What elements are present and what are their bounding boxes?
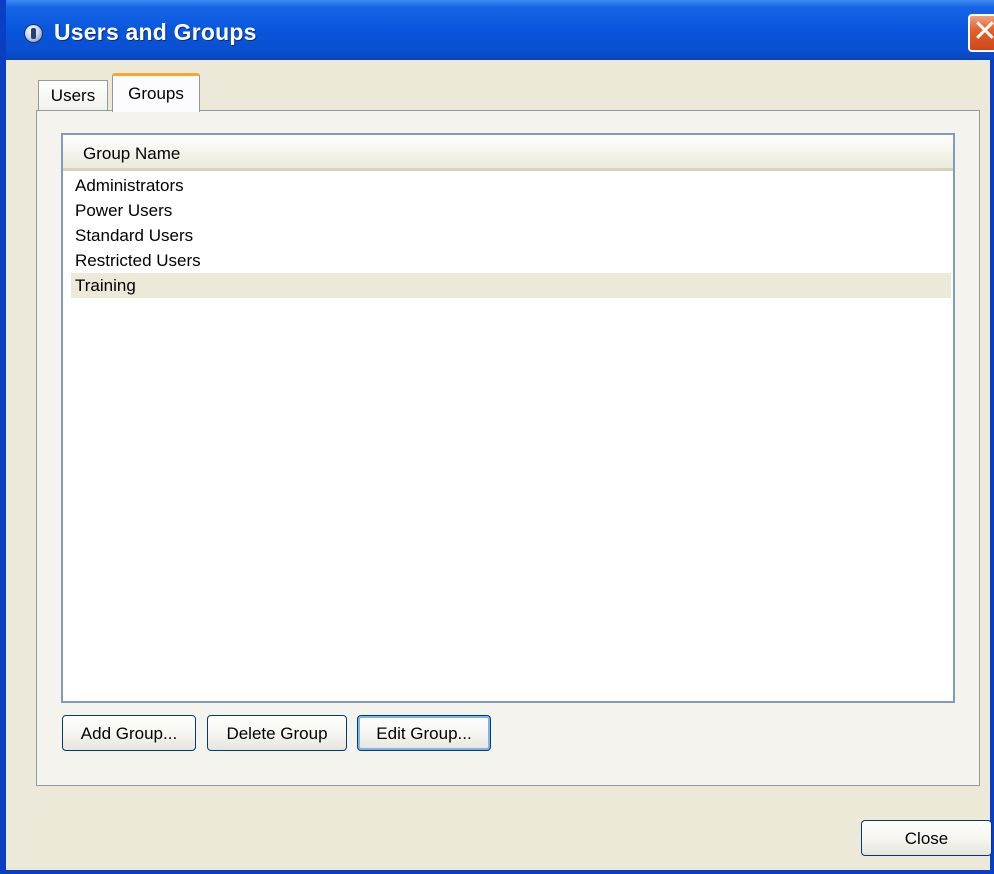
- close-icon: ✕: [972, 14, 994, 49]
- list-item-label: Training: [75, 276, 136, 295]
- title-bar[interactable]: Users and Groups ✕: [6, 0, 994, 60]
- tab-groups[interactable]: Groups: [112, 73, 200, 112]
- column-header-group-name[interactable]: Group Name: [63, 135, 953, 171]
- groups-list[interactable]: Group Name Administrators Power Users St…: [61, 133, 955, 703]
- app-icon: [24, 24, 43, 43]
- column-header-label: Group Name: [83, 144, 181, 163]
- tab-users[interactable]: Users: [38, 80, 108, 111]
- list-item-label: Standard Users: [75, 226, 194, 245]
- window-title: Users and Groups: [54, 19, 257, 45]
- edit-group-button[interactable]: Edit Group...: [357, 715, 491, 751]
- add-group-button[interactable]: Add Group...: [62, 715, 196, 751]
- delete-group-button[interactable]: Delete Group: [207, 715, 347, 751]
- list-item-power-users[interactable]: Power Users: [71, 198, 951, 223]
- list-item-standard-users[interactable]: Standard Users: [71, 223, 951, 248]
- list-item-label: Power Users: [75, 201, 173, 220]
- close-window-button[interactable]: ✕: [968, 14, 994, 52]
- users-and-groups-window: Users and Groups ✕ Users Groups Group Na…: [0, 0, 994, 874]
- tab-groups-label: Groups: [128, 84, 184, 103]
- list-item-restricted-users[interactable]: Restricted Users: [71, 248, 951, 273]
- close-button[interactable]: Close: [861, 820, 992, 856]
- list-item-label: Restricted Users: [75, 251, 201, 270]
- tab-users-label: Users: [50, 86, 96, 105]
- list-item-training[interactable]: Training: [71, 273, 951, 298]
- list-item-administrators[interactable]: Administrators: [71, 173, 951, 198]
- list-item-label: Administrators: [75, 176, 184, 195]
